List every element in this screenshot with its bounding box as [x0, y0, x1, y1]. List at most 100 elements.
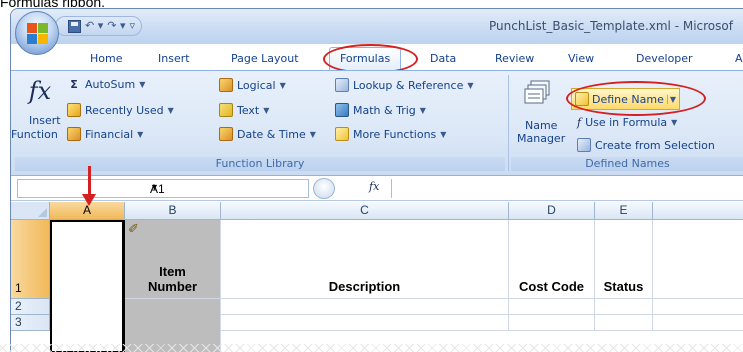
column-header-b[interactable]: B — [125, 202, 221, 220]
define-name-icon — [575, 92, 589, 106]
cell-b1[interactable]: ✐ Item Number — [125, 220, 221, 299]
define-name-label: Define Name — [592, 92, 664, 106]
column-header-f[interactable] — [653, 202, 743, 220]
worksheet-grid: A B C D E 1 2 3 ✐ Item Number Descriptio… — [11, 202, 743, 352]
insert-function-fx-button[interactable]: fx — [369, 180, 379, 193]
formula-bar: A1 ▼ fx — [11, 177, 743, 201]
chevron-down-icon[interactable]: ▼ — [666, 94, 676, 104]
column-header-c[interactable]: C — [221, 202, 509, 220]
name-manager-button[interactable]: Name Manager — [511, 79, 567, 153]
more-functions-button[interactable]: More Functions ▼ — [335, 127, 446, 141]
math-trig-label: Math & Trig — [353, 103, 416, 117]
lookup-reference-label: Lookup & Reference — [353, 78, 464, 92]
logical-button[interactable]: Logical ▼ — [219, 78, 286, 92]
logical-icon — [219, 78, 233, 92]
chevron-down-icon: ▼ — [309, 129, 316, 139]
chevron-down-icon: ▼ — [279, 80, 286, 90]
chevron-down-icon: ▼ — [137, 129, 144, 139]
cell-d3[interactable] — [509, 315, 595, 331]
cell-c2[interactable] — [221, 299, 509, 315]
tab-add-ins[interactable]: A — [735, 52, 743, 65]
cell-e1[interactable]: Status — [595, 220, 653, 299]
undo-button[interactable]: ↶ ▾ — [85, 19, 103, 33]
tab-page-layout[interactable]: Page Layout — [231, 52, 299, 65]
defined-names-group-label: Defined Names — [511, 157, 743, 171]
text-button[interactable]: Text ▼ — [219, 103, 269, 117]
recently-used-label: Recently Used — [85, 103, 164, 117]
tab-insert[interactable]: Insert — [158, 52, 190, 65]
column-header-d[interactable]: D — [509, 202, 595, 220]
row-header-2[interactable]: 2 — [11, 299, 50, 315]
cell-d2[interactable] — [509, 299, 595, 315]
text-label: Text — [237, 103, 260, 117]
name-manager-icon — [524, 80, 550, 104]
cell-c1[interactable]: Description — [221, 220, 509, 299]
recently-used-icon — [67, 103, 81, 117]
tab-view[interactable]: View — [568, 52, 594, 65]
tab-formulas[interactable]: Formulas — [329, 47, 402, 71]
lookup-reference-button[interactable]: Lookup & Reference ▼ — [335, 78, 474, 92]
autosum-label: AutoSum — [85, 78, 136, 91]
use-in-formula-icon: f — [577, 116, 582, 129]
tab-home[interactable]: Home — [90, 52, 122, 65]
sigma-icon: Σ — [70, 78, 78, 91]
tab-developer[interactable]: Developer — [636, 52, 693, 65]
define-name-button[interactable]: Define Name ▼ — [571, 88, 681, 110]
cell-c3[interactable] — [221, 315, 509, 331]
formulas-ribbon: fx Insert Function Σ AutoSum ▼ Recently … — [11, 70, 743, 176]
formula-input[interactable] — [391, 179, 743, 198]
tab-data[interactable]: Data — [430, 52, 456, 65]
math-trig-button[interactable]: Math & Trig ▼ — [335, 103, 426, 117]
date-time-label: Date & Time — [237, 127, 306, 141]
select-all-corner[interactable] — [11, 202, 50, 220]
chevron-down-icon: ▼ — [419, 105, 426, 115]
office-button[interactable] — [15, 11, 59, 55]
text-icon — [219, 103, 233, 117]
name-manager-label-2: Manager — [517, 132, 566, 145]
column-header-e[interactable]: E — [595, 202, 653, 220]
chevron-down-icon: ▼ — [167, 105, 174, 115]
customize-qat-button[interactable]: ▿ — [130, 19, 136, 33]
save-icon[interactable] — [68, 19, 81, 33]
use-in-formula-label: Use in Formula — [585, 116, 668, 129]
chevron-down-icon[interactable]: ▼ — [150, 182, 304, 192]
autosum-button[interactable]: Σ AutoSum ▼ — [67, 78, 145, 91]
office-logo-icon — [27, 23, 48, 44]
redo-button[interactable]: ↷ ▾ — [107, 19, 125, 33]
formula-cancel-button[interactable] — [313, 178, 335, 199]
financial-button[interactable]: Financial ▼ — [67, 127, 143, 141]
date-time-button[interactable]: Date & Time ▼ — [219, 127, 316, 141]
insert-function-button[interactable]: fx Insert Function — [11, 77, 61, 151]
use-in-formula-button[interactable]: f Use in Formula ▼ — [577, 116, 677, 129]
torn-edge — [0, 344, 743, 352]
name-box[interactable]: A1 ▼ — [17, 179, 309, 198]
cell-a1-selected[interactable] — [50, 220, 125, 352]
format-painter-icon: ✐ — [128, 221, 139, 236]
recently-used-button[interactable]: Recently Used ▼ — [67, 103, 174, 117]
red-arrow-shaft — [88, 166, 91, 196]
cell-f2[interactable] — [653, 299, 743, 315]
header-item-number: Item Number — [125, 264, 220, 294]
logical-label: Logical — [237, 78, 276, 92]
red-arrow-head-icon — [82, 194, 96, 206]
chevron-down-icon: ▼ — [467, 80, 474, 90]
header-status: Status — [603, 279, 644, 294]
row-header-1[interactable]: 1 — [11, 220, 50, 299]
insert-function-label-2: Function — [11, 128, 58, 141]
chevron-down-icon: ▼ — [139, 80, 146, 89]
cell-e2[interactable] — [595, 299, 653, 315]
cell-f3[interactable] — [653, 315, 743, 331]
cell-e3[interactable] — [595, 315, 653, 331]
header-cost-code: Cost Code — [519, 279, 584, 294]
row-header-3[interactable]: 3 — [11, 315, 50, 331]
insert-function-label-1: Insert — [29, 114, 61, 127]
chevron-down-icon: ▼ — [671, 118, 678, 127]
create-from-selection-icon — [577, 138, 591, 152]
create-from-selection-button[interactable]: Create from Selection — [577, 138, 715, 152]
create-from-selection-label: Create from Selection — [595, 138, 715, 152]
math-trig-icon — [335, 103, 349, 117]
cell-f1[interactable] — [653, 220, 743, 299]
cell-d1[interactable]: Cost Code — [509, 220, 595, 299]
tab-review[interactable]: Review — [495, 52, 534, 65]
header-item-number-line1: Item — [159, 264, 186, 279]
